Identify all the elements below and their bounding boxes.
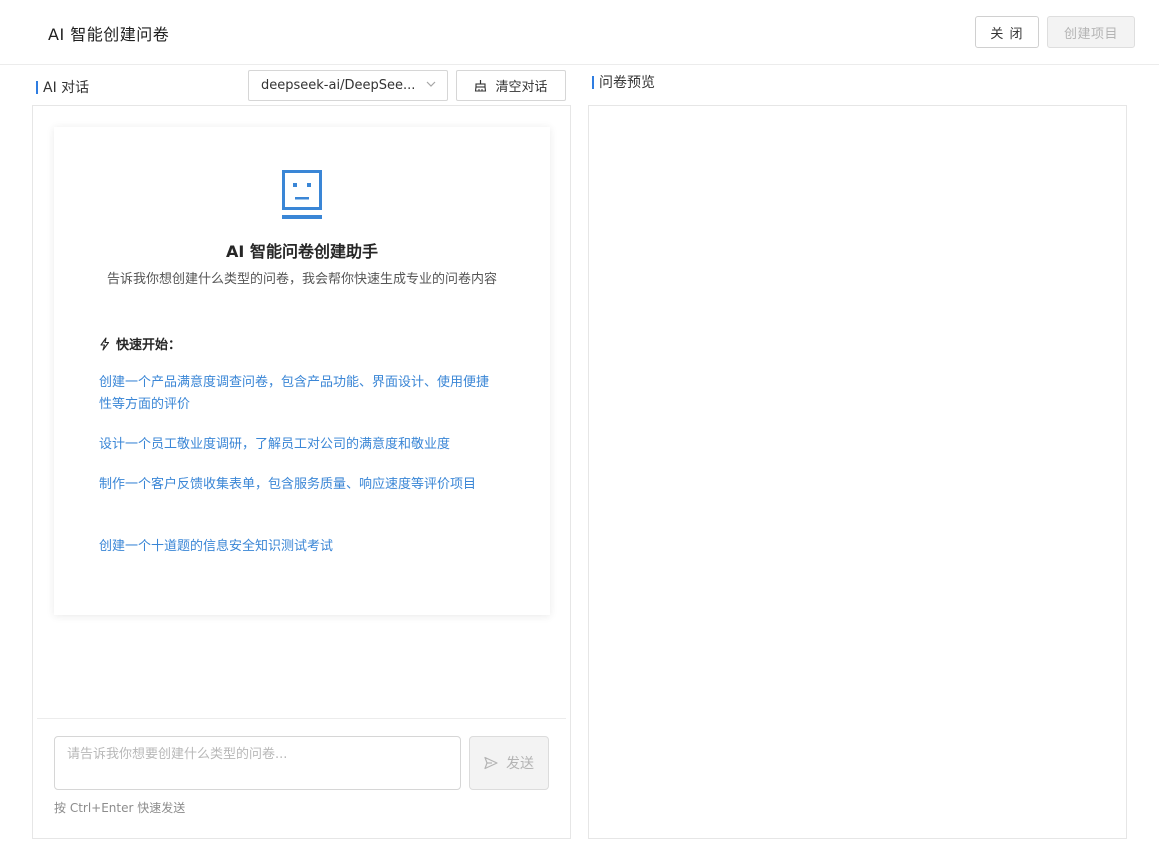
quick-start-label: 快速开始： bbox=[116, 334, 181, 353]
chat-message-input[interactable] bbox=[54, 736, 461, 790]
questionnaire-preview-panel bbox=[588, 105, 1127, 839]
robot-icon bbox=[282, 170, 322, 220]
chat-input-divider bbox=[37, 718, 566, 719]
ai-chat-section-label: AI 对话 bbox=[36, 77, 89, 97]
broom-icon bbox=[474, 79, 487, 92]
chevron-down-icon bbox=[426, 79, 436, 89]
clear-chat-button[interactable]: 清空对话 bbox=[456, 70, 566, 101]
page-title: AI 智能创建问卷 bbox=[48, 21, 169, 45]
lightning-icon bbox=[99, 337, 110, 351]
suggestion-link[interactable]: 创建一个十道题的信息安全知识测试考试 bbox=[99, 536, 499, 558]
preview-label-text: 问卷预览 bbox=[599, 72, 655, 92]
close-button[interactable]: 关 闭 bbox=[975, 16, 1039, 48]
send-label: 发送 bbox=[506, 753, 534, 773]
suggestion-link[interactable]: 创建一个产品满意度调查问卷，包含产品功能、界面设计、使用便捷性等方面的评价 bbox=[99, 372, 499, 416]
welcome-title: AI 智能问卷创建助手 bbox=[54, 238, 550, 262]
suggestion-link[interactable]: 制作一个客户反馈收集表单，包含服务质量、响应速度等评价项目 bbox=[99, 474, 499, 496]
send-button[interactable]: 发送 bbox=[469, 736, 549, 790]
app-header: AI 智能创建问卷 关 闭 创建项目 bbox=[0, 0, 1159, 65]
send-icon bbox=[484, 756, 498, 770]
section-accent-bar bbox=[36, 81, 38, 94]
welcome-description: 告诉我你想创建什么类型的问卷，我会帮你快速生成专业的问卷内容 bbox=[96, 269, 508, 291]
section-accent-bar bbox=[592, 76, 594, 89]
model-select-value: deepseek-ai/DeepSee... bbox=[261, 78, 415, 93]
model-select[interactable]: deepseek-ai/DeepSee... bbox=[248, 70, 448, 101]
send-shortcut-hint: 按 Ctrl+Enter 快速发送 bbox=[54, 799, 185, 816]
preview-section-label: 问卷预览 bbox=[592, 72, 655, 92]
clear-chat-label: 清空对话 bbox=[495, 76, 547, 95]
ai-chat-label-text: AI 对话 bbox=[43, 77, 89, 97]
create-project-button[interactable]: 创建项目 bbox=[1047, 16, 1135, 48]
suggestion-link[interactable]: 设计一个员工敬业度调研，了解员工对公司的满意度和敬业度 bbox=[99, 434, 499, 456]
quick-start-heading: 快速开始： bbox=[99, 334, 181, 353]
